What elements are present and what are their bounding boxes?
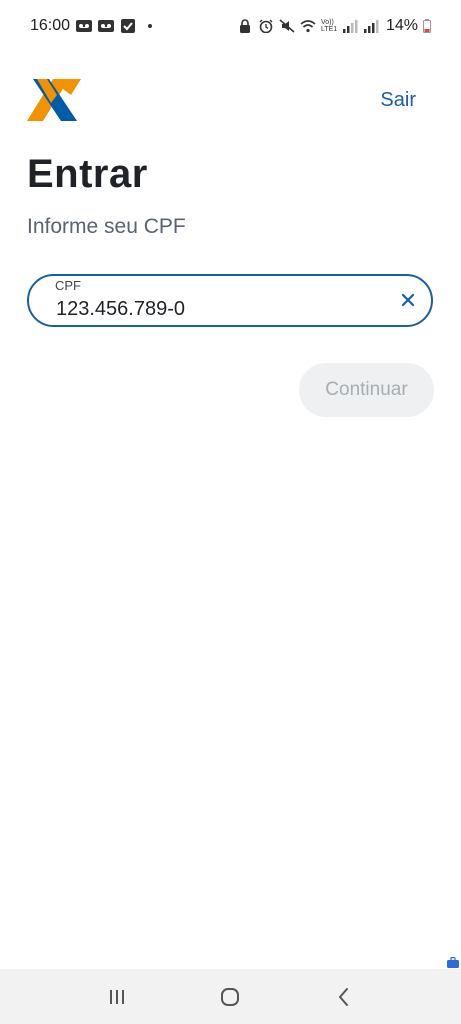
cpf-field[interactable]: CPF 123.456.789-0 (27, 274, 433, 327)
continue-button[interactable]: Continuar (299, 363, 434, 417)
wifi-icon (300, 19, 316, 33)
checkbox-icon (120, 19, 136, 33)
mute-icon (279, 19, 295, 33)
page-title: Entrar (27, 152, 148, 196)
cpf-input[interactable]: 123.456.789-0 (56, 298, 185, 321)
recents-icon[interactable] (105, 985, 129, 1009)
navigation-bar (0, 969, 461, 1024)
status-right: Vo)) LTE1 14% (237, 17, 431, 35)
notification-dot (148, 24, 153, 28)
signal-icon (363, 19, 379, 33)
close-icon[interactable] (399, 291, 417, 309)
voicemail-icon (98, 19, 115, 33)
back-icon[interactable] (332, 985, 356, 1009)
voicemail-icon (76, 19, 93, 33)
caixa-logo-icon (27, 79, 81, 121)
status-bar: 16:00 Vo)) LTE1 14% (0, 0, 461, 52)
home-icon[interactable] (218, 985, 242, 1009)
status-left: 16:00 (30, 17, 153, 35)
alarm-icon (258, 19, 274, 33)
signal-icon (342, 19, 358, 33)
battery-icon (423, 19, 431, 33)
exit-link[interactable]: Sair (380, 89, 416, 112)
lock-icon (237, 19, 253, 33)
briefcase-icon (447, 957, 459, 968)
battery-level: 14% (385, 17, 418, 34)
volte-icon: Vo)) LTE1 (320, 19, 338, 33)
cpf-field-label: CPF (55, 278, 81, 293)
app-header: Sair (27, 78, 416, 122)
page-subtitle: Informe seu CPF (27, 215, 186, 238)
status-time: 16:00 (30, 17, 71, 34)
